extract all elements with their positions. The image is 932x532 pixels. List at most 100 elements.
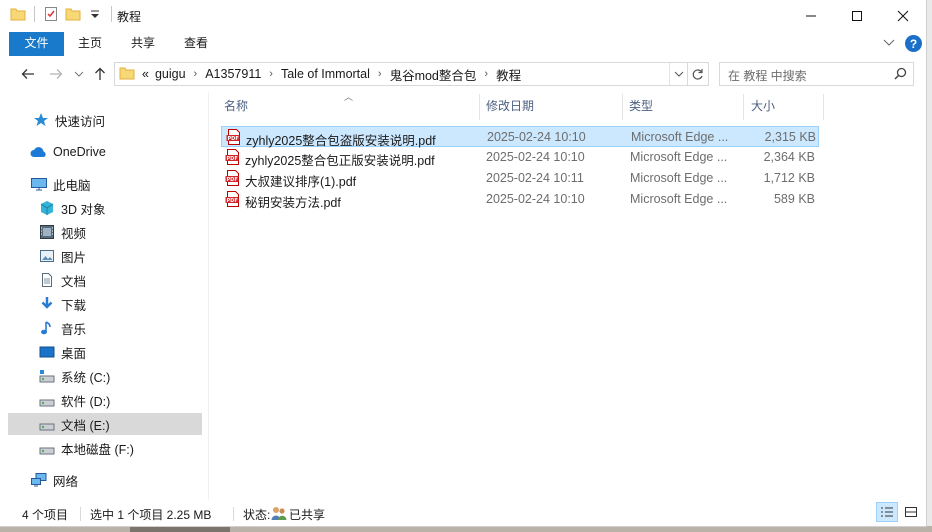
sidebar-item-label: 软件 (D:) <box>61 394 111 409</box>
pdf-file-icon: PDF <box>225 170 241 186</box>
column-divider[interactable] <box>743 94 744 120</box>
file-name: 大叔建议排序(1).pdf <box>245 175 357 189</box>
sidebar-item-label: 系统 (C:) <box>61 370 111 385</box>
status-bar: 4 个项目 选中 1 个项目 2.25 MB 状态: 已共享 <box>0 502 926 526</box>
up-arrow-icon <box>95 67 105 80</box>
sidebar-item-drive-c[interactable]: 系统 (C:) <box>38 365 202 387</box>
tab-view[interactable]: 查看 <box>174 32 218 56</box>
breadcrumb-overflow[interactable]: « <box>139 67 152 81</box>
file-date: 2025-02-24 10:11 <box>486 171 584 185</box>
title-bar: 教程 <box>0 0 926 32</box>
file-size: 2,364 KB <box>763 150 815 164</box>
item-count: 4 个项目 <box>22 508 69 522</box>
address-bar[interactable]: « guigu › A1357911 › Tale of Immortal › … <box>114 62 688 86</box>
forward-arrow-icon <box>50 69 63 79</box>
up-button[interactable] <box>91 65 109 83</box>
breadcrumb-chevron-icon[interactable]: › <box>373 68 387 80</box>
desktop-icon <box>38 343 56 361</box>
sidebar-item-label: 文档 (E:) <box>61 418 110 433</box>
minimize-icon <box>806 15 816 17</box>
file-row[interactable]: PDF 大叔建议排序(1).pdf 2025-02-24 10:11 Micro… <box>221 168 819 189</box>
forward-button[interactable] <box>47 65 65 83</box>
sidebar-item-videos[interactable]: 视频 <box>38 221 202 243</box>
details-view-button[interactable] <box>876 502 898 522</box>
maximize-button[interactable] <box>834 0 880 32</box>
minimize-button[interactable] <box>788 0 834 32</box>
column-header-type[interactable]: 类型 <box>629 92 739 120</box>
breadcrumb-item[interactable]: 教程 <box>493 65 524 84</box>
breadcrumb-chevron-icon[interactable]: › <box>479 68 493 80</box>
search-placeholder: 在 教程 中搜索 <box>728 69 807 83</box>
column-header-size[interactable]: 大小 <box>751 92 821 120</box>
shared-users-icon <box>271 505 287 524</box>
sidebar-item-label: OneDrive <box>53 145 106 159</box>
sidebar-item-label: 网络 <box>53 474 79 489</box>
back-arrow-icon <box>21 69 34 79</box>
customize-qat-icon[interactable] <box>87 6 103 22</box>
properties-icon[interactable] <box>43 6 59 22</box>
folder-icon <box>10 6 26 22</box>
file-row[interactable]: PDF zyhly2025整合包正版安装说明.pdf 2025-02-24 10… <box>221 147 819 168</box>
sidebar-item-documents[interactable]: 文档 <box>38 269 202 291</box>
sidebar-item-drive-d[interactable]: 软件 (D:) <box>38 389 202 411</box>
sidebar-item-onedrive[interactable]: OneDrive <box>30 141 202 163</box>
drive-icon <box>38 391 56 409</box>
sidebar-item-music[interactable]: 音乐 <box>38 317 202 339</box>
breadcrumb-item[interactable]: 鬼谷mod整合包 <box>387 65 480 84</box>
file-row[interactable]: PDF 秘钥安装方法.pdf 2025-02-24 10:10 Microsof… <box>221 189 819 210</box>
help-button[interactable]: ? <box>905 35 922 52</box>
folder-icon <box>119 65 135 84</box>
drive-icon <box>38 439 56 457</box>
column-header-date[interactable]: 修改日期 <box>486 92 616 120</box>
pdf-file-icon: PDF <box>225 191 241 207</box>
breadcrumb-item[interactable]: A1357911 <box>202 67 264 81</box>
sidebar-item-label: 3D 对象 <box>61 202 106 217</box>
sidebar-item-desktop[interactable]: 桌面 <box>38 341 202 363</box>
sidebar-item-label: 图片 <box>61 250 87 265</box>
tab-share[interactable]: 共享 <box>121 32 165 56</box>
breadcrumb-chevron-icon[interactable]: › <box>189 68 203 80</box>
pdf-file-icon: PDF <box>226 129 242 145</box>
svg-text:PDF: PDF <box>227 156 238 162</box>
download-icon <box>38 295 56 313</box>
column-divider[interactable] <box>479 94 480 120</box>
large-icons-view-button[interactable] <box>900 502 922 522</box>
sidebar-item-label: 快速访问 <box>55 114 106 129</box>
tab-file[interactable]: 文件 <box>9 32 64 56</box>
sidebar-item-3d-objects[interactable]: 3D 对象 <box>38 197 202 219</box>
sidebar-item-downloads[interactable]: 下载 <box>38 293 202 315</box>
pictures-icon <box>38 247 56 265</box>
file-row[interactable]: PDF zyhly2025整合包盗版安装说明.pdf 2025-02-24 10… <box>221 126 819 148</box>
back-button[interactable] <box>19 65 37 83</box>
chevron-down-icon <box>674 71 684 77</box>
maximize-icon <box>852 11 862 21</box>
close-button[interactable] <box>880 0 926 32</box>
breadcrumb-item[interactable]: Tale of Immortal <box>278 67 373 81</box>
breadcrumb-item[interactable]: guigu <box>152 67 189 81</box>
file-date: 2025-02-24 10:10 <box>486 192 585 206</box>
tab-home[interactable]: 主页 <box>68 32 112 56</box>
file-date: 2025-02-24 10:10 <box>486 150 585 164</box>
sidebar-item-drive-e[interactable]: 文档 (E:) <box>8 413 202 435</box>
sidebar-item-label: 本地磁盘 (F:) <box>61 442 134 457</box>
column-divider[interactable] <box>622 94 623 120</box>
close-icon <box>897 10 909 22</box>
refresh-button[interactable] <box>686 62 709 86</box>
file-type: Microsoft Edge ... <box>630 192 728 206</box>
sidebar-item-drive-f[interactable]: 本地磁盘 (F:) <box>38 437 202 459</box>
expand-ribbon-button[interactable] <box>883 37 895 51</box>
recent-locations-button[interactable] <box>70 65 88 83</box>
sidebar-item-this-pc[interactable]: 此电脑 <box>30 173 202 195</box>
column-header-name[interactable]: 名称 <box>224 92 474 120</box>
sidebar-item-pictures[interactable]: 图片 <box>38 245 202 267</box>
sidebar-item-network[interactable]: 网络 <box>30 469 202 491</box>
sidebar-item-quick-access[interactable]: 快速访问 <box>32 109 202 131</box>
file-size: 589 KB <box>773 192 815 206</box>
search-icon <box>894 67 907 83</box>
new-folder-icon[interactable] <box>65 6 81 22</box>
refresh-icon <box>692 68 703 80</box>
search-box[interactable]: 在 教程 中搜索 <box>719 62 914 86</box>
documents-icon <box>38 271 56 289</box>
column-divider[interactable] <box>823 94 824 120</box>
breadcrumb-chevron-icon[interactable]: › <box>264 68 278 80</box>
